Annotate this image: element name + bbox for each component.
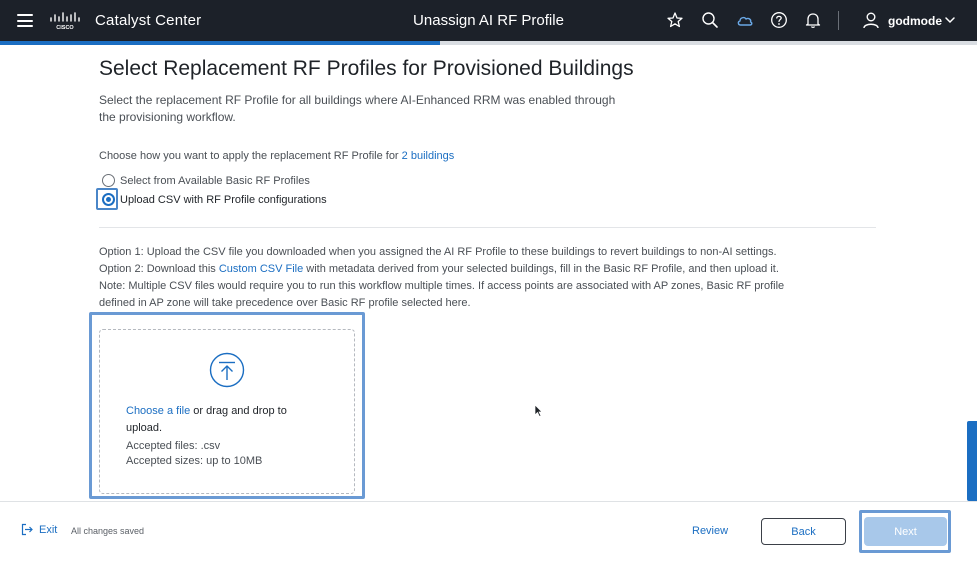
progress-fill (0, 41, 440, 45)
option1-text: Option 1: Upload the CSV file you downlo… (99, 244, 777, 261)
upload-instructions: Choose a file or drag and drop to upload… (126, 403, 326, 437)
radio-upload-csv[interactable] (102, 193, 115, 206)
radio-option-upload-csv[interactable]: Upload CSV with RF Profile configuration… (102, 193, 327, 206)
svg-text:CISCO: CISCO (56, 25, 74, 30)
mouse-cursor-icon (534, 404, 543, 417)
accepted-sizes: Accepted sizes: up to 10MB (126, 455, 262, 467)
back-button[interactable]: Back (761, 518, 846, 545)
top-bar: CISCO Catalyst Center Unassign AI RF Pro… (0, 0, 977, 41)
option2-prefix: Option 2: Download this (99, 263, 216, 275)
chevron-down-icon[interactable] (944, 14, 956, 26)
exit-label: Exit (39, 524, 57, 536)
cisco-logo: CISCO (49, 12, 81, 30)
note-line-2: defined in AP zone will take precedence … (99, 295, 471, 312)
user-icon[interactable] (862, 11, 880, 29)
choose-how-text: Choose how you want to apply the replace… (99, 150, 454, 162)
radio-upload-csv-label: Upload CSV with RF Profile configuration… (120, 194, 327, 206)
buildings-link[interactable]: 2 buildings (402, 150, 455, 162)
option2-text: Option 2: Download this Custom CSV File … (99, 261, 779, 278)
radio-basic-profiles[interactable] (102, 174, 115, 187)
review-button[interactable]: Review (692, 525, 728, 537)
username[interactable]: godmode (888, 14, 942, 28)
choose-file-link[interactable]: Choose a file (126, 405, 190, 417)
section-divider (99, 227, 876, 228)
option2-suffix: with metadata derived from your selected… (306, 263, 779, 275)
help-icon[interactable] (770, 11, 788, 29)
next-button[interactable]: Next (864, 517, 947, 546)
section-title: Select Replacement RF Profiles for Provi… (99, 57, 634, 81)
radio-option-basic-profiles[interactable]: Select from Available Basic RF Profiles (102, 174, 310, 187)
search-icon[interactable] (701, 11, 719, 29)
custom-csv-link[interactable]: Custom CSV File (219, 263, 303, 275)
bell-icon[interactable] (804, 11, 822, 29)
exit-icon (21, 523, 34, 536)
upload-icon[interactable] (209, 352, 245, 388)
drag-drop-text: or drag and drop to (193, 405, 287, 417)
accepted-files: Accepted files: .csv (126, 440, 220, 452)
progress-bar (0, 41, 977, 45)
radio-basic-profiles-label: Select from Available Basic RF Profiles (120, 175, 310, 187)
app-title: Catalyst Center (95, 12, 201, 29)
cloud-icon[interactable] (736, 11, 754, 29)
menu-icon[interactable] (17, 14, 33, 27)
scrollbar-thumb[interactable] (967, 421, 977, 501)
section-subtitle: Select the replacement RF Profile for al… (99, 92, 619, 126)
footer-divider (0, 501, 977, 502)
note-line-1: Note: Multiple CSV files would require y… (99, 278, 784, 295)
save-status: All changes saved (71, 526, 144, 536)
star-icon[interactable] (666, 11, 684, 29)
exit-button[interactable]: Exit (21, 523, 57, 536)
upload-word: upload. (126, 422, 162, 434)
choose-how-prefix: Choose how you want to apply the replace… (99, 150, 399, 162)
header-divider (838, 11, 839, 30)
